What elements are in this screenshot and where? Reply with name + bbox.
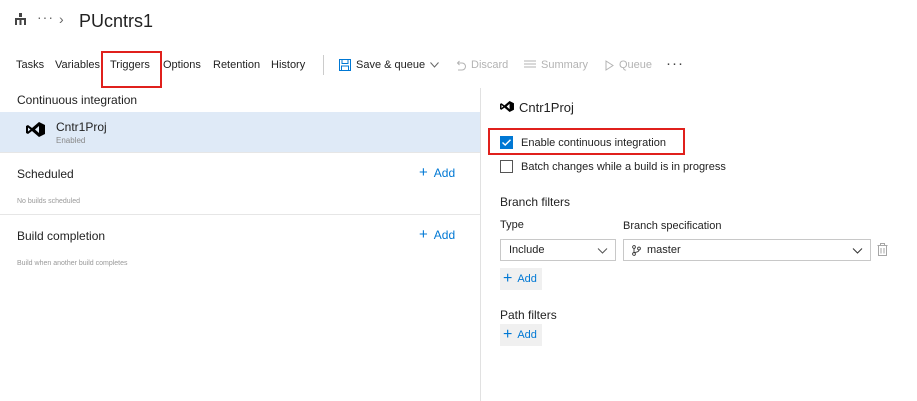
- header: ··· › PUcntrs1: [0, 0, 917, 44]
- add-schedule-label: Add: [433, 166, 456, 180]
- breadcrumb-separator: ›: [59, 11, 64, 27]
- tab-history[interactable]: History: [271, 59, 305, 71]
- more-options-button[interactable]: ···: [666, 55, 684, 72]
- tab-retention[interactable]: Retention: [213, 59, 260, 71]
- filter-type-select[interactable]: Include: [500, 239, 616, 261]
- trash-icon[interactable]: [877, 243, 888, 256]
- add-build-completion-button[interactable]: + Add: [419, 226, 456, 243]
- add-path-filter-button[interactable]: + Add: [500, 324, 542, 346]
- plus-icon: +: [503, 326, 513, 343]
- branch-icon: [632, 244, 641, 256]
- visual-studio-icon: [26, 122, 45, 137]
- chevron-down-icon: [852, 248, 863, 254]
- triggers-tab-highlight: [101, 51, 162, 88]
- detail-title: Cntr1Proj: [519, 100, 574, 115]
- visual-studio-icon: [500, 101, 514, 112]
- chevron-down-icon: [597, 248, 608, 254]
- ci-item-name: Cntr1Proj: [56, 120, 107, 134]
- save-icon: [339, 59, 351, 71]
- add-build-completion-label: Add: [433, 228, 456, 242]
- section-divider: [0, 214, 480, 215]
- triggers-list-panel: Continuous integration Cntr1Proj Enabled…: [0, 88, 480, 401]
- ci-section-title: Continuous integration: [17, 93, 138, 107]
- add-branch-filter-label: Add: [517, 273, 537, 285]
- summary-label: Summary: [541, 59, 589, 71]
- batch-changes-checkbox[interactable]: [500, 160, 513, 173]
- add-path-filter-label: Add: [517, 329, 537, 341]
- batch-changes-row[interactable]: Batch changes while a build is in progre…: [500, 160, 726, 173]
- save-queue-button[interactable]: Save & queue: [339, 59, 439, 71]
- plus-icon: +: [419, 226, 428, 243]
- summary-button[interactable]: Summary: [524, 59, 588, 71]
- undo-icon: [456, 60, 466, 70]
- breadcrumb-ellipsis[interactable]: ···: [37, 9, 54, 25]
- branch-spec-value: master: [647, 244, 681, 256]
- build-completion-section-title: Build completion: [17, 229, 106, 243]
- queue-button[interactable]: Queue: [605, 59, 652, 71]
- batch-changes-label: Batch changes while a build is in progre…: [521, 160, 726, 173]
- ci-trigger-item[interactable]: Cntr1Proj Enabled: [0, 112, 480, 152]
- play-icon: [605, 59, 614, 71]
- toolbar-divider: [323, 55, 324, 75]
- discard-button[interactable]: Discard: [455, 59, 508, 71]
- branch-spec-select[interactable]: master: [623, 239, 871, 261]
- plus-icon: +: [503, 270, 513, 287]
- add-branch-filter-button[interactable]: + Add: [500, 268, 542, 290]
- scheduled-empty-text: No builds scheduled: [17, 198, 81, 205]
- add-schedule-button[interactable]: + Add: [419, 164, 456, 181]
- build-completion-empty-text: Build when another build completes: [17, 260, 128, 267]
- pipeline-icon: [15, 13, 26, 25]
- ci-item-status: Enabled: [56, 136, 86, 145]
- section-divider: [0, 152, 480, 153]
- chevron-down-icon: [430, 62, 439, 68]
- enable-ci-highlight: [488, 128, 685, 155]
- branch-spec-label: Branch specification: [623, 220, 722, 232]
- type-label: Type: [500, 219, 524, 231]
- page-title: PUcntrs1: [79, 11, 154, 31]
- path-filters-title: Path filters: [500, 308, 557, 322]
- discard-label: Discard: [471, 59, 509, 71]
- branch-filters-title: Branch filters: [500, 195, 571, 209]
- list-icon: [524, 60, 536, 68]
- tab-variables[interactable]: Variables: [55, 59, 100, 71]
- tab-tasks[interactable]: Tasks: [16, 59, 44, 71]
- plus-icon: +: [419, 164, 428, 181]
- filter-type-value: Include: [509, 244, 545, 256]
- tab-options[interactable]: Options: [163, 59, 201, 71]
- queue-label: Queue: [619, 59, 653, 71]
- scheduled-section-title: Scheduled: [17, 167, 74, 181]
- save-queue-label: Save & queue: [356, 59, 426, 71]
